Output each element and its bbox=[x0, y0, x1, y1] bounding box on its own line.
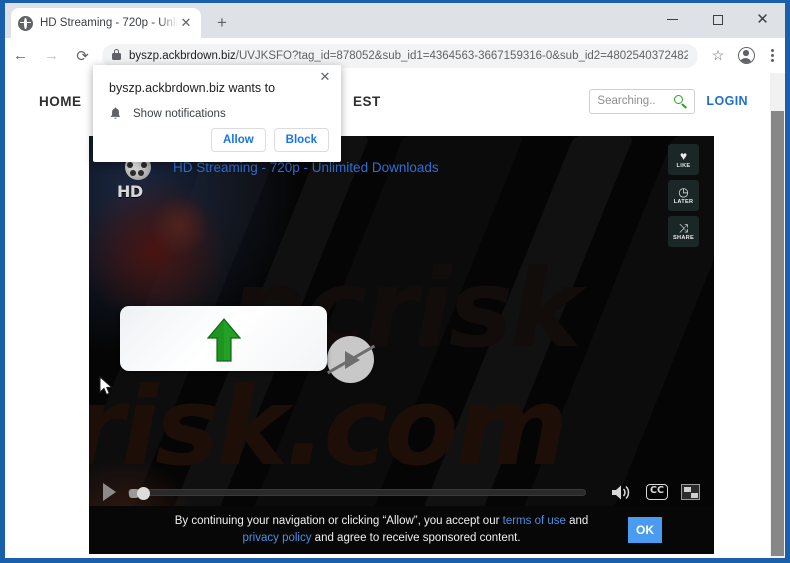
fullscreen-icon bbox=[681, 484, 700, 500]
url-path: /UVJKSFO?tag_id=878052&sub_id1=4364563-3… bbox=[235, 49, 688, 62]
permission-label: Show notifications bbox=[133, 107, 226, 120]
fullscreen-button[interactable] bbox=[681, 484, 700, 500]
tab-strip: HD Streaming - 720p - Unlimited ✕ + ✕ bbox=[5, 3, 785, 38]
dialog-buttons: Allow Block bbox=[211, 128, 329, 152]
site-nav-right: Searching.. LOGIN bbox=[589, 88, 748, 114]
block-button[interactable]: Block bbox=[273, 128, 329, 152]
terms-of-use-link[interactable]: terms of use bbox=[503, 515, 566, 527]
notification-permission-dialog: ✕ byszp.ackbrdown.biz wants to Show noti… bbox=[93, 65, 341, 162]
share-icon: ⤨ bbox=[678, 221, 689, 235]
video-title: HD Streaming - 720p - Unlimited Download… bbox=[173, 160, 439, 175]
maximize-button[interactable] bbox=[695, 3, 740, 36]
cc-icon: CC bbox=[646, 484, 668, 500]
permission-row: Show notifications bbox=[109, 107, 226, 120]
page-scrollbar[interactable] bbox=[770, 73, 785, 558]
center-play-button[interactable] bbox=[326, 336, 376, 383]
green-up-arrow-icon bbox=[206, 318, 241, 362]
consent-line1-a: By continuing your navigation or clickin… bbox=[174, 515, 503, 527]
consent-line1-b: and bbox=[565, 515, 589, 527]
progress-handle[interactable] bbox=[137, 486, 150, 500]
volume-icon bbox=[612, 485, 630, 499]
forward-button[interactable]: → bbox=[36, 40, 67, 71]
mouse-cursor bbox=[99, 376, 113, 396]
window-controls: ✕ bbox=[650, 3, 785, 36]
watermark: risk.com bbox=[89, 365, 568, 490]
url-host: byszp.ackbrdown.biz bbox=[129, 49, 236, 62]
later-label: LATER bbox=[673, 199, 694, 205]
consent-line2-b: and agree to receive sponsored content. bbox=[311, 532, 521, 544]
volume-button[interactable] bbox=[611, 484, 633, 501]
allow-button[interactable]: Allow bbox=[211, 128, 266, 152]
nav-link-est[interactable]: EST bbox=[353, 94, 381, 109]
ok-button[interactable]: OK bbox=[628, 517, 662, 543]
search-icon[interactable] bbox=[674, 94, 687, 108]
consent-bar: By continuing your navigation or clickin… bbox=[89, 506, 714, 554]
tab-title: HD Streaming - 720p - Unlimited bbox=[40, 17, 178, 29]
blocked-slash-icon bbox=[326, 344, 376, 374]
toolbar-right: ☆ bbox=[705, 47, 785, 64]
dialog-title: byszp.ackbrdown.biz wants to bbox=[109, 81, 276, 95]
kebab-menu-icon[interactable] bbox=[762, 47, 782, 64]
search-input[interactable]: Searching.. bbox=[589, 88, 696, 114]
close-icon[interactable]: ✕ bbox=[178, 15, 194, 31]
like-button[interactable]: ♥ LIKE bbox=[668, 144, 699, 175]
bell-icon bbox=[110, 107, 121, 119]
clock-icon: ◷ bbox=[678, 185, 689, 199]
browser-tab[interactable]: HD Streaming - 720p - Unlimited ✕ bbox=[11, 8, 201, 38]
player-logo: HD bbox=[113, 154, 168, 209]
back-button[interactable]: ← bbox=[5, 40, 36, 71]
new-tab-button[interactable]: + bbox=[208, 9, 236, 37]
globe-icon bbox=[18, 15, 33, 31]
play-button[interactable] bbox=[103, 483, 116, 501]
hd-badge: HD bbox=[117, 182, 143, 201]
captions-button[interactable]: CC bbox=[646, 484, 668, 500]
search-placeholder: Searching.. bbox=[597, 95, 656, 107]
avatar-icon[interactable] bbox=[738, 47, 755, 64]
scrollbar-thumb[interactable] bbox=[771, 111, 784, 556]
address-bar[interactable]: byszp.ackbrdown.biz/UVJKSFO?tag_id=87805… bbox=[102, 43, 698, 68]
privacy-policy-link[interactable]: privacy policy bbox=[242, 532, 311, 544]
nav-link-home[interactable]: HOME bbox=[39, 94, 82, 109]
close-icon: ✕ bbox=[756, 10, 769, 28]
video-actions: ♥ LIKE ◷ LATER ⤨ SHARE bbox=[668, 144, 699, 247]
allow-callout bbox=[120, 306, 327, 371]
close-icon[interactable]: ✕ bbox=[317, 70, 333, 86]
close-window-button[interactable]: ✕ bbox=[740, 3, 785, 36]
video-player[interactable]: pcrisk risk.com HD HD Streaming - 720p -… bbox=[89, 136, 714, 554]
share-label: SHARE bbox=[672, 235, 695, 241]
heart-icon: ♥ bbox=[679, 149, 688, 163]
share-button[interactable]: ⤨ SHARE bbox=[668, 216, 699, 247]
consent-text: By continuing your navigation or clickin… bbox=[89, 513, 628, 547]
later-button[interactable]: ◷ LATER bbox=[668, 180, 699, 211]
lock-icon bbox=[112, 49, 121, 60]
login-link[interactable]: LOGIN bbox=[706, 94, 748, 108]
browser-window: HD Streaming - 720p - Unlimited ✕ + ✕ ← … bbox=[0, 0, 790, 563]
minimize-button[interactable] bbox=[650, 3, 695, 36]
url-text: byszp.ackbrdown.biz/UVJKSFO?tag_id=87805… bbox=[129, 50, 688, 62]
like-label: LIKE bbox=[676, 163, 691, 169]
progress-bar[interactable] bbox=[128, 486, 586, 500]
bookmark-star-icon[interactable]: ☆ bbox=[705, 47, 731, 64]
player-controls: CC bbox=[89, 478, 714, 506]
